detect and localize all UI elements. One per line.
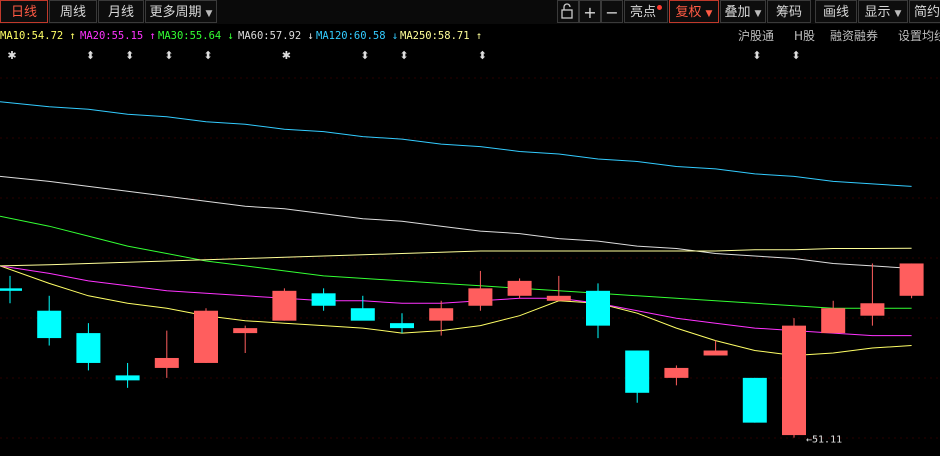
candlestick-chart[interactable]: ✱ ⬍ ⬍ ⬍ ⬍ ✱ ⬍ ⬍ ⬍ ⬍ ⬍ ←51.11 bbox=[0, 0, 940, 456]
candle-body[interactable] bbox=[703, 350, 728, 356]
candle-body[interactable] bbox=[272, 290, 297, 321]
updown-event-icon[interactable]: ⬍ bbox=[125, 49, 134, 62]
ma-line-ma20 bbox=[0, 265, 912, 337]
candle-body[interactable] bbox=[233, 328, 258, 334]
updown-event-icon[interactable]: ⬍ bbox=[360, 49, 369, 62]
updown-event-icon[interactable]: ⬍ bbox=[203, 49, 212, 62]
candle-body[interactable] bbox=[350, 308, 375, 321]
candle-body[interactable] bbox=[742, 377, 767, 423]
candle-body[interactable] bbox=[625, 350, 650, 393]
updown-event-icon[interactable]: ⬍ bbox=[86, 49, 95, 62]
candle-body[interactable] bbox=[115, 375, 140, 381]
updown-event-icon[interactable]: ⬍ bbox=[478, 49, 487, 62]
candle-body[interactable] bbox=[860, 303, 885, 316]
candle-body[interactable] bbox=[154, 357, 179, 368]
candle-body[interactable] bbox=[468, 288, 493, 306]
candle-body[interactable] bbox=[586, 290, 610, 326]
candle-body[interactable] bbox=[311, 293, 336, 306]
ma-line-ma60 bbox=[0, 175, 912, 269]
ma-line-ma120 bbox=[0, 101, 912, 187]
updown-event-icon[interactable]: ⬍ bbox=[791, 49, 800, 62]
star-event-icon[interactable]: ✱ bbox=[282, 49, 291, 62]
candle-body[interactable] bbox=[899, 263, 924, 296]
candle-body[interactable] bbox=[194, 310, 218, 363]
candle-body[interactable] bbox=[821, 308, 846, 334]
updown-event-icon[interactable]: ⬍ bbox=[752, 49, 761, 62]
min-price-label: ←51.11 bbox=[806, 435, 842, 446]
candle-body[interactable] bbox=[37, 310, 62, 339]
candle-body[interactable] bbox=[546, 295, 571, 301]
candle-body[interactable] bbox=[664, 367, 689, 378]
updown-event-icon[interactable]: ⬍ bbox=[399, 49, 408, 62]
candle-body[interactable] bbox=[76, 333, 101, 363]
candle-body[interactable] bbox=[782, 325, 806, 436]
star-event-icon[interactable]: ✱ bbox=[7, 49, 16, 62]
updown-event-icon[interactable]: ⬍ bbox=[164, 49, 173, 62]
candle-body[interactable] bbox=[429, 308, 454, 321]
candle-body[interactable] bbox=[390, 323, 414, 329]
candle-body[interactable] bbox=[0, 288, 22, 291]
ma-line-ma10 bbox=[0, 265, 912, 357]
candle-body[interactable] bbox=[507, 280, 532, 296]
